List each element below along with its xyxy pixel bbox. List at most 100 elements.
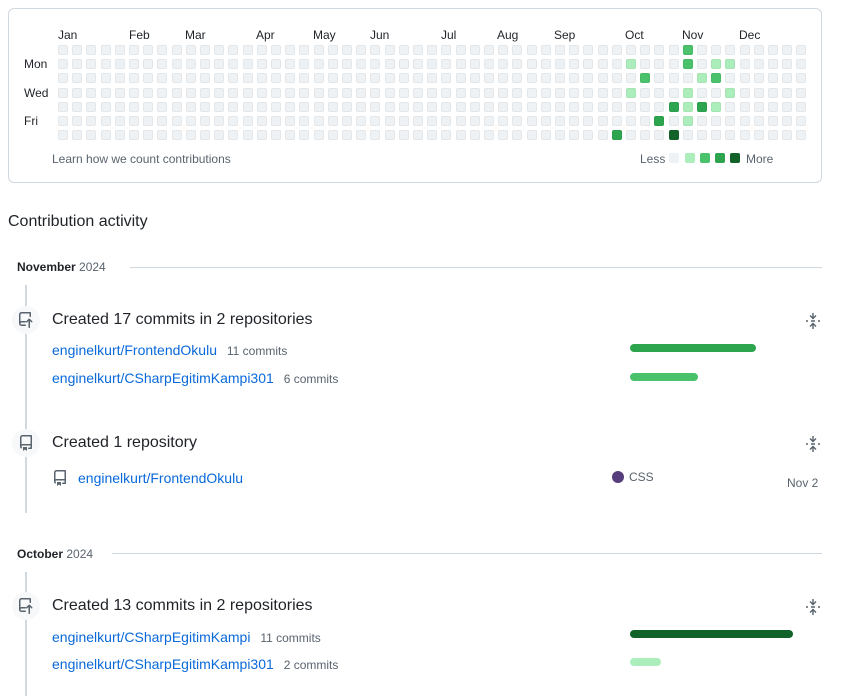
contribution-day-cell[interactable] bbox=[583, 130, 593, 140]
contribution-day-cell[interactable] bbox=[697, 45, 707, 55]
contribution-day-cell[interactable] bbox=[740, 130, 750, 140]
contribution-day-cell[interactable] bbox=[143, 45, 153, 55]
contribution-day-cell[interactable] bbox=[228, 102, 238, 112]
contribution-day-cell[interactable] bbox=[640, 116, 650, 126]
contribution-day-cell[interactable] bbox=[243, 59, 253, 69]
contribution-day-cell[interactable] bbox=[796, 59, 806, 69]
contribution-day-cell[interactable] bbox=[257, 73, 267, 83]
contribution-day-cell[interactable] bbox=[583, 73, 593, 83]
contribution-day-cell[interactable] bbox=[569, 130, 579, 140]
contribution-day-cell[interactable] bbox=[498, 59, 508, 69]
contribution-day-cell[interactable] bbox=[683, 73, 693, 83]
contribution-day-cell[interactable] bbox=[612, 102, 622, 112]
contribution-day-cell[interactable] bbox=[555, 45, 565, 55]
contribution-day-cell[interactable] bbox=[782, 116, 792, 126]
contribution-day-cell[interactable] bbox=[683, 88, 693, 98]
contribution-day-cell[interactable] bbox=[626, 73, 636, 83]
contribution-day-cell[interactable] bbox=[342, 88, 352, 98]
contribution-day-cell[interactable] bbox=[527, 59, 537, 69]
contribution-day-cell[interactable] bbox=[768, 130, 778, 140]
contribution-day-cell[interactable] bbox=[86, 73, 96, 83]
contribution-day-cell[interactable] bbox=[598, 73, 608, 83]
contribution-day-cell[interactable] bbox=[796, 102, 806, 112]
contribution-day-cell[interactable] bbox=[143, 59, 153, 69]
commit-count[interactable]: 11 commits bbox=[260, 631, 320, 645]
contribution-day-cell[interactable] bbox=[669, 88, 679, 98]
contribution-day-cell[interactable] bbox=[101, 59, 111, 69]
contribution-day-cell[interactable] bbox=[782, 45, 792, 55]
contribution-day-cell[interactable] bbox=[115, 130, 125, 140]
contribution-day-cell[interactable] bbox=[626, 102, 636, 112]
contribution-day-cell[interactable] bbox=[754, 73, 764, 83]
contribution-day-cell[interactable] bbox=[342, 102, 352, 112]
contribution-day-cell[interactable] bbox=[214, 88, 224, 98]
contribution-day-cell[interactable] bbox=[285, 73, 295, 83]
contribution-day-cell[interactable] bbox=[626, 45, 636, 55]
contribution-day-cell[interactable] bbox=[214, 130, 224, 140]
contribution-day-cell[interactable] bbox=[271, 59, 281, 69]
contribution-day-cell[interactable] bbox=[172, 59, 182, 69]
contribution-day-cell[interactable] bbox=[654, 102, 664, 112]
contribution-day-cell[interactable] bbox=[683, 130, 693, 140]
contribution-day-cell[interactable] bbox=[782, 59, 792, 69]
contribution-day-cell[interactable] bbox=[754, 116, 764, 126]
contribution-day-cell[interactable] bbox=[172, 116, 182, 126]
fold-icon[interactable] bbox=[802, 433, 824, 455]
contribution-day-cell[interactable] bbox=[243, 102, 253, 112]
contribution-day-cell[interactable] bbox=[72, 130, 82, 140]
contribution-day-cell[interactable] bbox=[129, 116, 139, 126]
contribution-day-cell[interactable] bbox=[640, 130, 650, 140]
contribution-day-cell[interactable] bbox=[796, 130, 806, 140]
contribution-day-cell[interactable] bbox=[654, 45, 664, 55]
contribution-day-cell[interactable] bbox=[484, 45, 494, 55]
contribution-day-cell[interactable] bbox=[200, 102, 210, 112]
contribution-day-cell[interactable] bbox=[356, 130, 366, 140]
contribution-day-cell[interactable] bbox=[186, 45, 196, 55]
contribution-day-cell[interactable] bbox=[484, 116, 494, 126]
contribution-day-cell[interactable] bbox=[399, 102, 409, 112]
contribution-day-cell[interactable] bbox=[725, 116, 735, 126]
contribution-day-cell[interactable] bbox=[512, 73, 522, 83]
contribution-day-cell[interactable] bbox=[58, 45, 68, 55]
contribution-day-cell[interactable] bbox=[612, 45, 622, 55]
contribution-day-cell[interactable] bbox=[512, 88, 522, 98]
contribution-day-cell[interactable] bbox=[441, 116, 451, 126]
contribution-day-cell[interactable] bbox=[58, 102, 68, 112]
contribution-day-cell[interactable] bbox=[228, 88, 238, 98]
contribution-day-cell[interactable] bbox=[356, 59, 366, 69]
contribution-day-cell[interactable] bbox=[725, 45, 735, 55]
contribution-day-cell[interactable] bbox=[143, 102, 153, 112]
contribution-day-cell[interactable] bbox=[626, 130, 636, 140]
fold-icon[interactable] bbox=[802, 310, 824, 332]
contribution-day-cell[interactable] bbox=[541, 102, 551, 112]
contribution-day-cell[interactable] bbox=[58, 88, 68, 98]
contribution-day-cell[interactable] bbox=[740, 59, 750, 69]
repo-link[interactable]: enginelkurt/CSharpEgitimKampi301 bbox=[52, 370, 274, 386]
contribution-day-cell[interactable] bbox=[470, 88, 480, 98]
contribution-day-cell[interactable] bbox=[527, 116, 537, 126]
contribution-day-cell[interactable] bbox=[768, 116, 778, 126]
contribution-day-cell[interactable] bbox=[484, 73, 494, 83]
contribution-day-cell[interactable] bbox=[299, 45, 309, 55]
contribution-day-cell[interactable] bbox=[314, 45, 324, 55]
commit-count[interactable]: 2 commits bbox=[284, 658, 339, 672]
commit-count[interactable]: 6 commits bbox=[284, 372, 339, 386]
contribution-day-cell[interactable] bbox=[555, 130, 565, 140]
contribution-day-cell[interactable] bbox=[200, 130, 210, 140]
contribution-day-cell[interactable] bbox=[725, 73, 735, 83]
contribution-day-cell[interactable] bbox=[314, 59, 324, 69]
contribution-day-cell[interactable] bbox=[314, 116, 324, 126]
contribution-day-cell[interactable] bbox=[598, 116, 608, 126]
contribution-day-cell[interactable] bbox=[527, 130, 537, 140]
contribution-day-cell[interactable] bbox=[200, 73, 210, 83]
contribution-day-cell[interactable] bbox=[683, 102, 693, 112]
contribution-day-cell[interactable] bbox=[740, 116, 750, 126]
contribution-day-cell[interactable] bbox=[115, 45, 125, 55]
contribution-day-cell[interactable] bbox=[498, 116, 508, 126]
contribution-day-cell[interactable] bbox=[186, 59, 196, 69]
contribution-day-cell[interactable] bbox=[129, 102, 139, 112]
contribution-day-cell[interactable] bbox=[512, 130, 522, 140]
contribution-day-cell[interactable] bbox=[356, 73, 366, 83]
contribution-day-cell[interactable] bbox=[427, 73, 437, 83]
contribution-day-cell[interactable] bbox=[356, 116, 366, 126]
